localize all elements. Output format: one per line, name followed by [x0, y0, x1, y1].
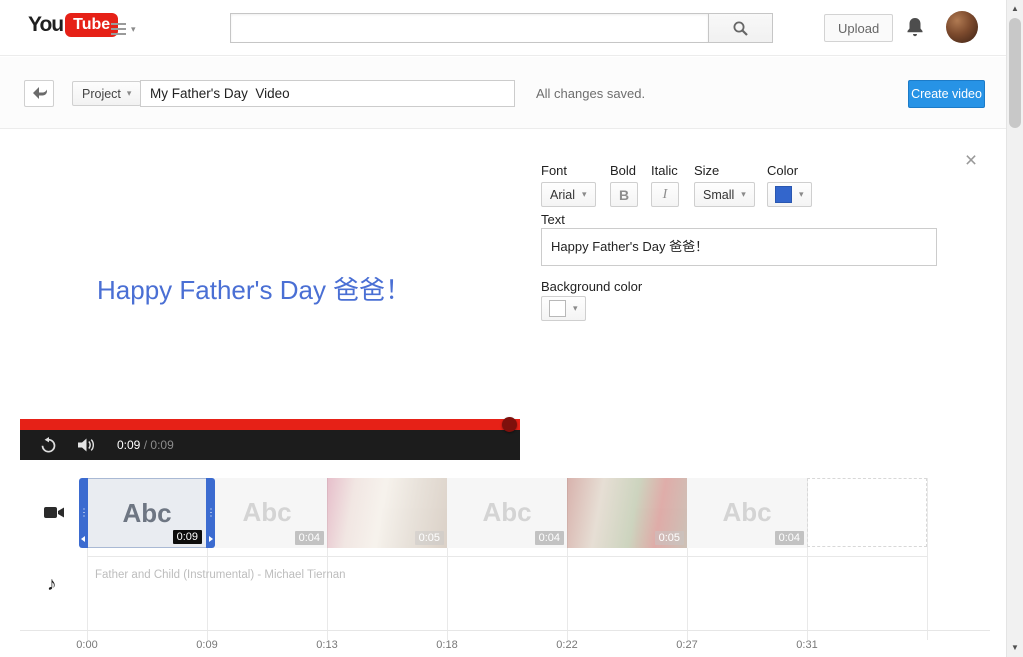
guide-menu-button[interactable]: [111, 21, 143, 37]
text-label: Text: [541, 212, 565, 227]
youtube-logo[interactable]: You Tube: [28, 13, 119, 37]
logo-text-you: You: [28, 13, 64, 36]
create-video-button[interactable]: Create video: [908, 80, 985, 108]
scrollbar-thumb[interactable]: [1009, 18, 1021, 128]
youtube-video-editor: You Tube Upload: [0, 0, 1023, 657]
timeline-clip-text[interactable]: Abc 0:04: [687, 478, 807, 548]
replay-button[interactable]: [40, 436, 57, 454]
project-dropdown-label: Project: [82, 86, 121, 101]
clip-duration-badge: 0:09: [172, 530, 202, 544]
timeline-clip-text[interactable]: Abc 0:04: [447, 478, 567, 548]
hamburger-icon: [111, 23, 126, 25]
size-dropdown[interactable]: Small: [694, 182, 755, 207]
background-color-label: Background color: [541, 279, 643, 294]
size-dropdown-value: Small: [703, 187, 735, 202]
ruler-time-label: 0:22: [556, 639, 578, 651]
italic-glyph: I: [662, 186, 668, 202]
top-header: You Tube Upload: [0, 0, 1006, 56]
font-dropdown[interactable]: Arial: [541, 182, 596, 207]
trim-handle-left[interactable]: [79, 478, 88, 548]
player-progress-bar[interactable]: [20, 419, 520, 430]
upload-button[interactable]: Upload: [824, 14, 894, 42]
chevron-down-icon: [799, 190, 804, 199]
ruler-divider: [20, 630, 990, 631]
chevron-down-icon: [573, 304, 578, 313]
font-label: Font: [541, 163, 568, 178]
player-scrubber[interactable]: [502, 417, 517, 432]
project-dropdown[interactable]: Project: [72, 81, 142, 106]
chevron-down-icon: [741, 190, 746, 199]
volume-button[interactable]: [78, 438, 96, 452]
italic-label: Italic: [651, 163, 678, 178]
project-title-input[interactable]: [140, 80, 515, 107]
back-arrow-icon: [32, 87, 47, 99]
close-panel-icon[interactable]: [961, 149, 981, 173]
vertical-scrollbar[interactable]: [1006, 0, 1023, 657]
chevron-down-icon: [131, 25, 136, 34]
ruler-time-label: 0:27: [676, 639, 698, 651]
bold-label: Bold: [610, 163, 637, 178]
clip-duration-badge: 0:05: [414, 531, 444, 545]
timeline-clip-photo[interactable]: 0:05: [567, 478, 687, 548]
ruler-time-label: 0:31: [796, 639, 818, 651]
music-note-icon: [47, 574, 57, 596]
bold-glyph: B: [618, 186, 630, 203]
bell-icon: [907, 18, 923, 37]
video-camera-icon: [44, 507, 64, 518]
search-input[interactable]: [230, 13, 709, 43]
text-color-swatch: [775, 186, 792, 203]
audio-track-title[interactable]: Father and Child (Instrumental) - Michae…: [95, 569, 346, 581]
scroll-up-icon[interactable]: [1007, 1, 1023, 17]
timeline-clip-text[interactable]: Abc 0:04: [207, 478, 327, 548]
size-label: Size: [694, 163, 720, 178]
empty-clip-slot[interactable]: [807, 478, 927, 547]
current-time: 0:09: [117, 438, 141, 452]
font-dropdown-value: Arial: [550, 187, 576, 202]
clip-duration-badge: 0:04: [294, 531, 324, 545]
background-color-swatch: [549, 300, 566, 317]
clip-duration-badge: 0:04: [774, 531, 804, 545]
overlay-text-input[interactable]: Happy Father's Day 爸爸！: [541, 228, 937, 266]
account-avatar[interactable]: [946, 11, 978, 43]
ruler-time-label: 0:00: [76, 639, 98, 651]
timeline-clip-photo[interactable]: 0:05: [327, 478, 447, 548]
color-label: Color: [767, 163, 799, 178]
bold-button[interactable]: B: [610, 182, 638, 207]
timeline-gridline: [927, 478, 928, 640]
total-time: 0:09: [150, 438, 174, 452]
time-separator: /: [143, 438, 148, 452]
replay-icon: [41, 436, 56, 453]
background-color-dropdown[interactable]: [541, 296, 586, 321]
ruler-time-label: 0:13: [316, 639, 338, 651]
ruler-time-label: 0:09: [196, 639, 218, 651]
volume-icon: [78, 438, 94, 452]
create-video-label: Create video: [911, 87, 982, 101]
audio-track-divider: [87, 556, 927, 557]
ruler-time-label: 0:18: [436, 639, 458, 651]
video-track-icon: [44, 505, 65, 525]
text-overlay-preview[interactable]: Happy Father's Day 爸爸！: [97, 270, 411, 307]
notifications-button[interactable]: [905, 16, 925, 43]
player-control-bar: 0:09 / 0:09: [20, 430, 520, 460]
clip-duration-badge: 0:05: [654, 531, 684, 545]
text-color-dropdown[interactable]: [767, 182, 812, 207]
search-button[interactable]: [709, 13, 773, 43]
scroll-down-icon[interactable]: [1007, 640, 1023, 656]
player-time-display: 0:09 / 0:09: [117, 438, 174, 452]
trim-handle-right[interactable]: [206, 478, 215, 548]
timeline-clip-text-selected[interactable]: Abc 0:09: [79, 478, 215, 548]
chevron-down-icon: [582, 190, 587, 199]
search-icon: [733, 21, 748, 36]
italic-button[interactable]: I: [651, 182, 679, 207]
clip-duration-badge: 0:04: [534, 531, 564, 545]
upload-label: Upload: [838, 20, 880, 36]
project-toolbar: Project All changes saved. Create video: [0, 57, 1006, 129]
chevron-down-icon: [127, 89, 132, 98]
back-button[interactable]: [24, 80, 54, 107]
save-status-text: All changes saved.: [536, 86, 646, 101]
